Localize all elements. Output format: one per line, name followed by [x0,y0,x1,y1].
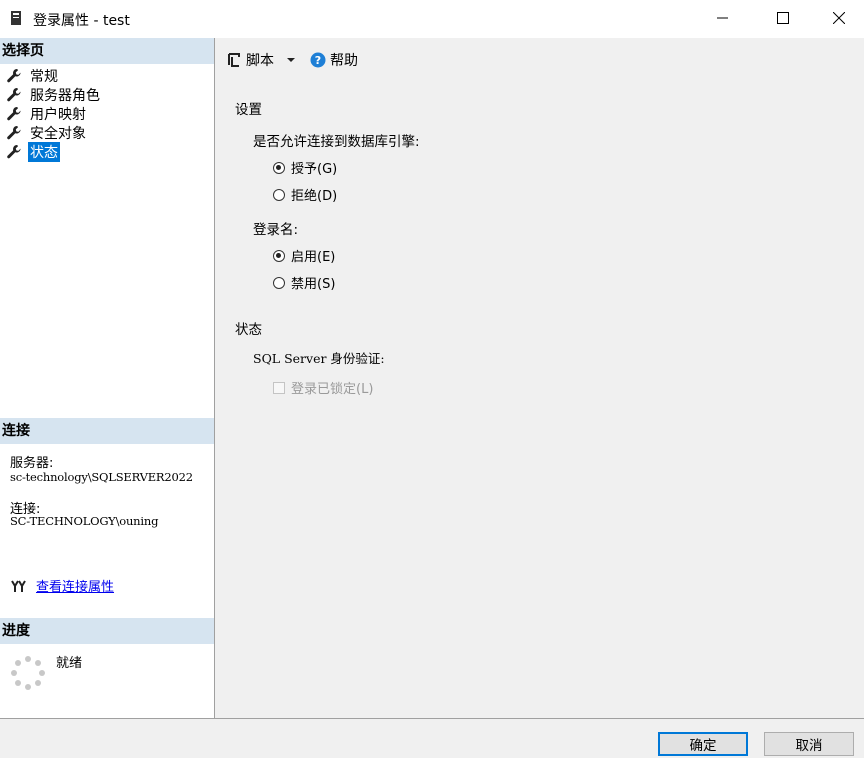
nav-item-user-mapping[interactable]: 用户映射 [6,104,88,123]
help-button[interactable]: ? 帮助 [310,50,358,70]
minimize-icon [717,17,728,19]
connection-icon [11,579,26,592]
view-connection-properties: 查看连接属性 [10,576,114,595]
login-locked-checkbox[interactable]: 登录已锁定(L) [273,378,373,397]
checkbox-box [273,381,285,394]
wrench-icon [7,144,21,158]
nav-item-label: 服务器角色 [30,87,100,104]
nav-item-securables[interactable]: 安全对象 [6,123,88,142]
footer: 确定 取消 [0,718,864,758]
wrench-icon [7,87,21,101]
radio-circle [273,276,285,289]
nav-item-label: 状态 [28,141,60,162]
connection-header: 连接 [0,418,214,444]
help-icon: ? [310,52,326,68]
select-page-header: 选择页 [0,38,214,64]
enabled-radio[interactable]: 启用(E) [273,246,335,265]
title-bar: 登录属性 - test [0,0,864,38]
wrench-icon [7,106,21,120]
maximize-icon [777,12,789,24]
right-pane: 脚本 ? 帮助 设置 是否允许连接到数据库引擎: 授予(G) 拒绝(D) 登录名… [215,38,864,718]
script-icon [228,53,240,67]
nav-item-status[interactable]: 状态 [6,141,60,162]
window-title: 登录属性 - test [33,13,130,29]
locked-label: 登录已锁定(L) [291,382,374,397]
deny-label: 拒绝(D) [291,189,338,204]
sql-auth-label: SQL Server 身份验证: [253,351,385,366]
cancel-button[interactable]: 取消 [764,732,854,756]
wrench-icon [7,125,21,139]
progress-status: 就绪 [56,656,83,671]
grant-label: 授予(G) [291,162,338,177]
enabled-label: 启用(E) [291,250,336,265]
permission-question: 是否允许连接到数据库引擎: [253,134,420,150]
ok-button[interactable]: 确定 [658,732,748,756]
script-label: 脚本 [246,53,274,69]
server-label: 服务器: [10,456,54,471]
chevron-down-icon [287,58,295,62]
deny-radio[interactable]: 拒绝(D) [273,185,337,204]
grant-radio[interactable]: 授予(G) [273,158,337,177]
radio-circle [273,161,285,174]
status-title: 状态 [235,322,262,338]
view-connection-link[interactable]: 查看连接属性 [36,576,114,595]
maximize-button[interactable] [760,0,806,36]
svg-text:?: ? [315,54,321,67]
disabled-radio[interactable]: 禁用(S) [273,273,335,292]
toolbar: 脚本 ? 帮助 [226,50,368,70]
left-pane: 选择页 常规 服务器角色 用户映射 安全对象 状态 连接 服务器: sc-tec… [0,38,215,718]
help-label: 帮助 [330,53,358,69]
close-button[interactable] [816,0,862,36]
radio-circle [273,188,285,201]
progress-header: 进度 [0,618,214,644]
radio-circle [273,249,285,262]
login-label: 登录名: [253,222,299,238]
nav-item-general[interactable]: 常规 [6,66,60,85]
spinner-icon [11,656,45,690]
connection-value: SC-TECHNOLOGY\ouning [10,514,159,528]
server-value: sc-technology\SQLSERVER2022 [10,470,193,484]
minimize-button[interactable] [700,0,746,36]
nav-item-label: 用户映射 [30,106,86,123]
disabled-label: 禁用(S) [291,277,336,292]
settings-title: 设置 [235,102,262,118]
nav-item-label: 安全对象 [30,125,86,142]
script-button[interactable]: 脚本 [226,50,300,70]
wrench-icon [7,68,21,82]
database-icon [11,11,21,25]
close-icon [833,12,845,24]
nav-item-label: 常规 [30,68,58,85]
nav-item-server-roles[interactable]: 服务器角色 [6,85,102,104]
